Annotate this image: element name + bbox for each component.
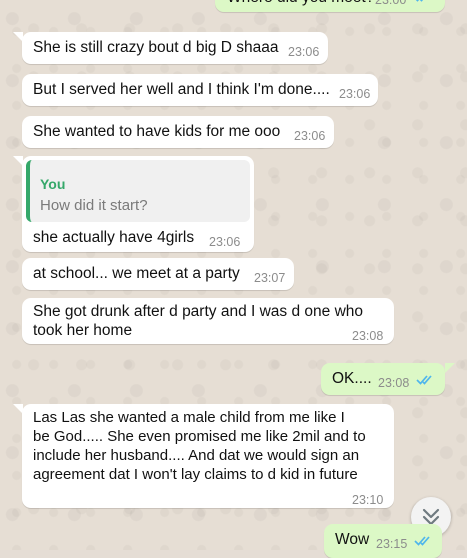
message-text: She is still crazy bout d big D shaaa	[33, 39, 279, 56]
message-text: OK....	[332, 370, 372, 387]
quoted-text: How did it start?	[40, 197, 148, 214]
message-text: She wanted to have kids for me ooo	[33, 123, 281, 140]
message-text: Wow	[335, 531, 370, 548]
message-time: 23:08	[352, 329, 384, 343]
message-time: 23:06	[294, 129, 326, 143]
double-check-icon	[416, 375, 432, 385]
message-time: 23:07	[254, 271, 286, 285]
message-time: 23:00	[375, 0, 407, 7]
message-text-line: took her home	[33, 322, 133, 339]
bubble-tail	[445, 363, 455, 373]
message-bubble-outgoing[interactable]: Wow 23:15	[324, 524, 442, 558]
message-bubble-incoming[interactable]: She is still crazy bout d big D shaaa 23…	[22, 32, 328, 64]
message-time: 23:06	[288, 45, 320, 59]
message-bubble-incoming[interactable]: She wanted to have kids for me ooo 23:06	[22, 116, 334, 148]
quoted-message[interactable]: You How did it start?	[26, 160, 250, 222]
message-bubble-incoming[interactable]: at school... we meet at a party 23:07	[22, 258, 294, 290]
message-text-line: Las Las she wanted a male child from me …	[33, 409, 345, 426]
message-bubble-incoming-reply[interactable]: You How did it start? she actually have …	[22, 156, 254, 252]
message-text-line: be God..... She even promised me like 2m…	[33, 428, 366, 445]
message-bubble-incoming[interactable]: But I served her well and I think I'm do…	[22, 74, 378, 106]
message-time: 23:08	[378, 376, 410, 390]
message-text: Where did you meet?	[227, 0, 374, 8]
message-text: at school... we meet at a party	[33, 265, 240, 282]
message-text-line: She got drunk after d party and I was d …	[33, 303, 364, 320]
double-check-icon	[414, 536, 430, 546]
message-bubble-outgoing[interactable]: Where did you meet? 23:00	[215, 0, 445, 12]
message-bubble-outgoing[interactable]: OK.... 23:08	[321, 363, 445, 395]
quoted-author: You	[40, 176, 66, 192]
message-text-line: agreement dat I won't lay claims to d ki…	[33, 466, 358, 483]
message-bubble-incoming[interactable]: She got drunk after d party and I was d …	[22, 298, 394, 344]
message-bubble-incoming[interactable]: Las Las she wanted a male child from me …	[22, 404, 394, 508]
message-time: 23:15	[376, 537, 408, 551]
message-text-line: include her husband.... And dat we would…	[33, 447, 360, 464]
message-text: But I served her well and I think I'm do…	[33, 81, 330, 98]
message-time: 23:06	[339, 87, 371, 101]
message-text: she actually have 4girls	[33, 229, 195, 246]
message-time: 23:10	[352, 493, 384, 507]
double-check-icon	[415, 0, 424, 2]
message-time: 23:06	[209, 235, 241, 249]
